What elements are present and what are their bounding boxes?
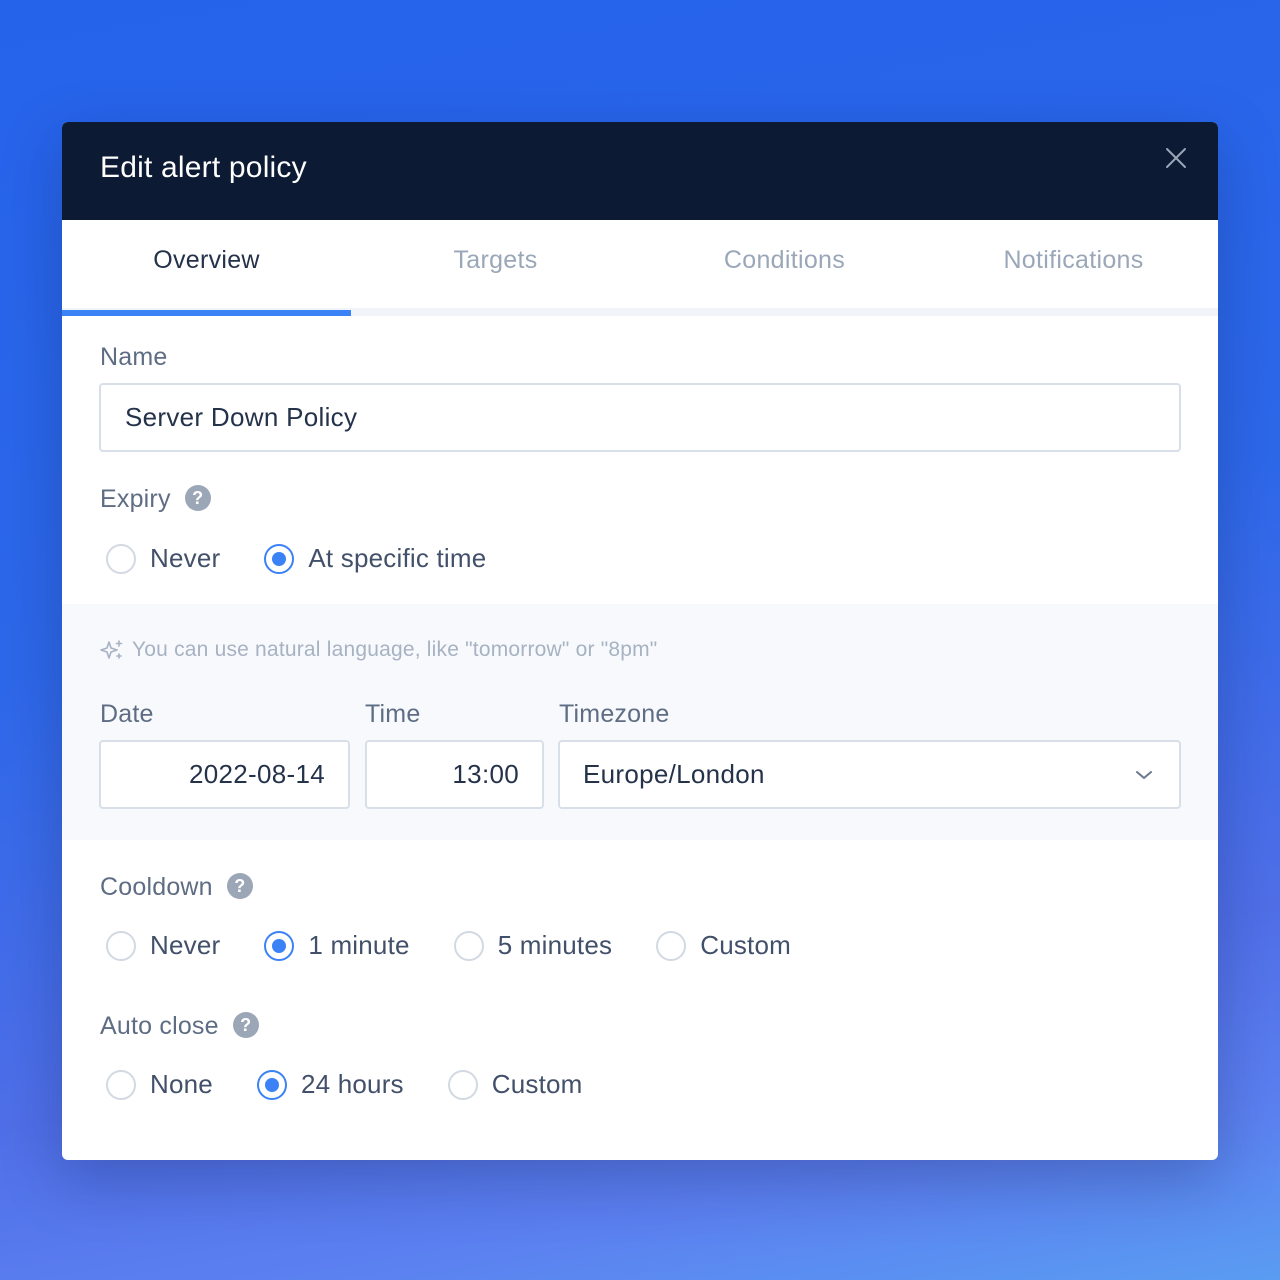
name-input-value: Server Down Policy (125, 402, 358, 432)
expiry-option-specific-time[interactable]: At specific time (264, 543, 486, 574)
timezone-select[interactable]: Europe/London (558, 740, 1181, 809)
timezone-label: Timezone (559, 700, 670, 728)
close-button[interactable] (1164, 146, 1188, 170)
auto-close-label: Auto close? (100, 1012, 259, 1041)
cooldown-option-5-minutes[interactable]: 5 minutes (453, 930, 613, 961)
help-icon[interactable]: ? (232, 1012, 259, 1039)
auto-close-option-none[interactable]: None (106, 1069, 213, 1100)
radio-button[interactable] (106, 930, 136, 961)
radio-button[interactable] (106, 543, 136, 574)
radio-label: At specific time (308, 543, 487, 573)
tab-overview[interactable]: Overview (62, 220, 351, 316)
expiry-radio-group: Never At specific time (106, 543, 530, 574)
radio-button-checked[interactable] (264, 543, 295, 574)
expiry-label: Expiry? (100, 485, 211, 514)
date-label: Date (100, 700, 154, 728)
cooldown-label: Cooldown? (100, 873, 253, 902)
chevron-down-icon (1136, 770, 1152, 779)
radio-button[interactable] (656, 930, 687, 961)
date-input-value: 2022-08-14 (189, 759, 325, 789)
expiry-time-panel: You can use natural language, like "tomo… (62, 604, 1218, 840)
time-input[interactable]: 13:00 (365, 740, 544, 809)
expiry-label-text: Expiry (100, 485, 171, 513)
name-label: Name (100, 343, 168, 371)
tab-bar: Overview Targets Conditions Notification… (62, 220, 1218, 316)
hint-text: You can use natural language, like "tomo… (132, 638, 658, 661)
radio-button[interactable] (453, 930, 484, 961)
cooldown-option-never[interactable]: Never (106, 930, 220, 961)
date-input[interactable]: 2022-08-14 (99, 740, 350, 809)
tab-notifications[interactable]: Notifications (929, 220, 1218, 308)
tab-conditions[interactable]: Conditions (640, 220, 929, 308)
radio-label: Never (150, 543, 221, 573)
radio-button[interactable] (106, 1069, 136, 1100)
name-input[interactable]: Server Down Policy (99, 383, 1181, 452)
radio-label: Custom (700, 930, 791, 960)
natural-language-hint: You can use natural language, like "tomo… (100, 638, 657, 662)
cooldown-label-text: Cooldown (100, 873, 213, 901)
cooldown-option-custom[interactable]: Custom (656, 930, 791, 961)
auto-close-radio-group: None 24 hours Custom (106, 1069, 627, 1100)
time-label: Time (365, 700, 421, 728)
close-icon (1166, 148, 1186, 168)
help-icon[interactable]: ? (226, 873, 253, 900)
help-icon[interactable]: ? (184, 485, 211, 512)
auto-close-label-text: Auto close (100, 1012, 219, 1040)
time-input-value: 13:00 (452, 759, 519, 789)
radio-button-checked[interactable] (256, 1069, 287, 1100)
radio-button[interactable] (447, 1069, 478, 1100)
tab-targets[interactable]: Targets (351, 220, 640, 308)
expiry-option-never[interactable]: Never (106, 543, 220, 574)
cooldown-radio-group: Never 1 minute 5 minutes Custom (106, 930, 835, 961)
cooldown-option-1-minute[interactable]: 1 minute (264, 930, 409, 961)
radio-button-checked[interactable] (264, 930, 295, 961)
auto-close-option-custom[interactable]: Custom (447, 1069, 583, 1100)
radio-label: Never (150, 930, 221, 960)
dialog-title: Edit alert policy (100, 151, 307, 184)
edit-alert-policy-dialog: Edit alert policy Overview Targets Condi… (62, 122, 1218, 1160)
dialog-header: Edit alert policy (62, 122, 1218, 220)
radio-label: 1 minute (308, 930, 410, 960)
radio-label: 5 minutes (497, 930, 613, 960)
radio-label: Custom (491, 1069, 583, 1099)
radio-label: None (150, 1069, 213, 1099)
auto-close-option-24-hours[interactable]: 24 hours (256, 1069, 404, 1100)
sparkle-icon (100, 640, 123, 659)
radio-label: 24 hours (300, 1069, 404, 1099)
timezone-select-value: Europe/London (583, 759, 765, 789)
